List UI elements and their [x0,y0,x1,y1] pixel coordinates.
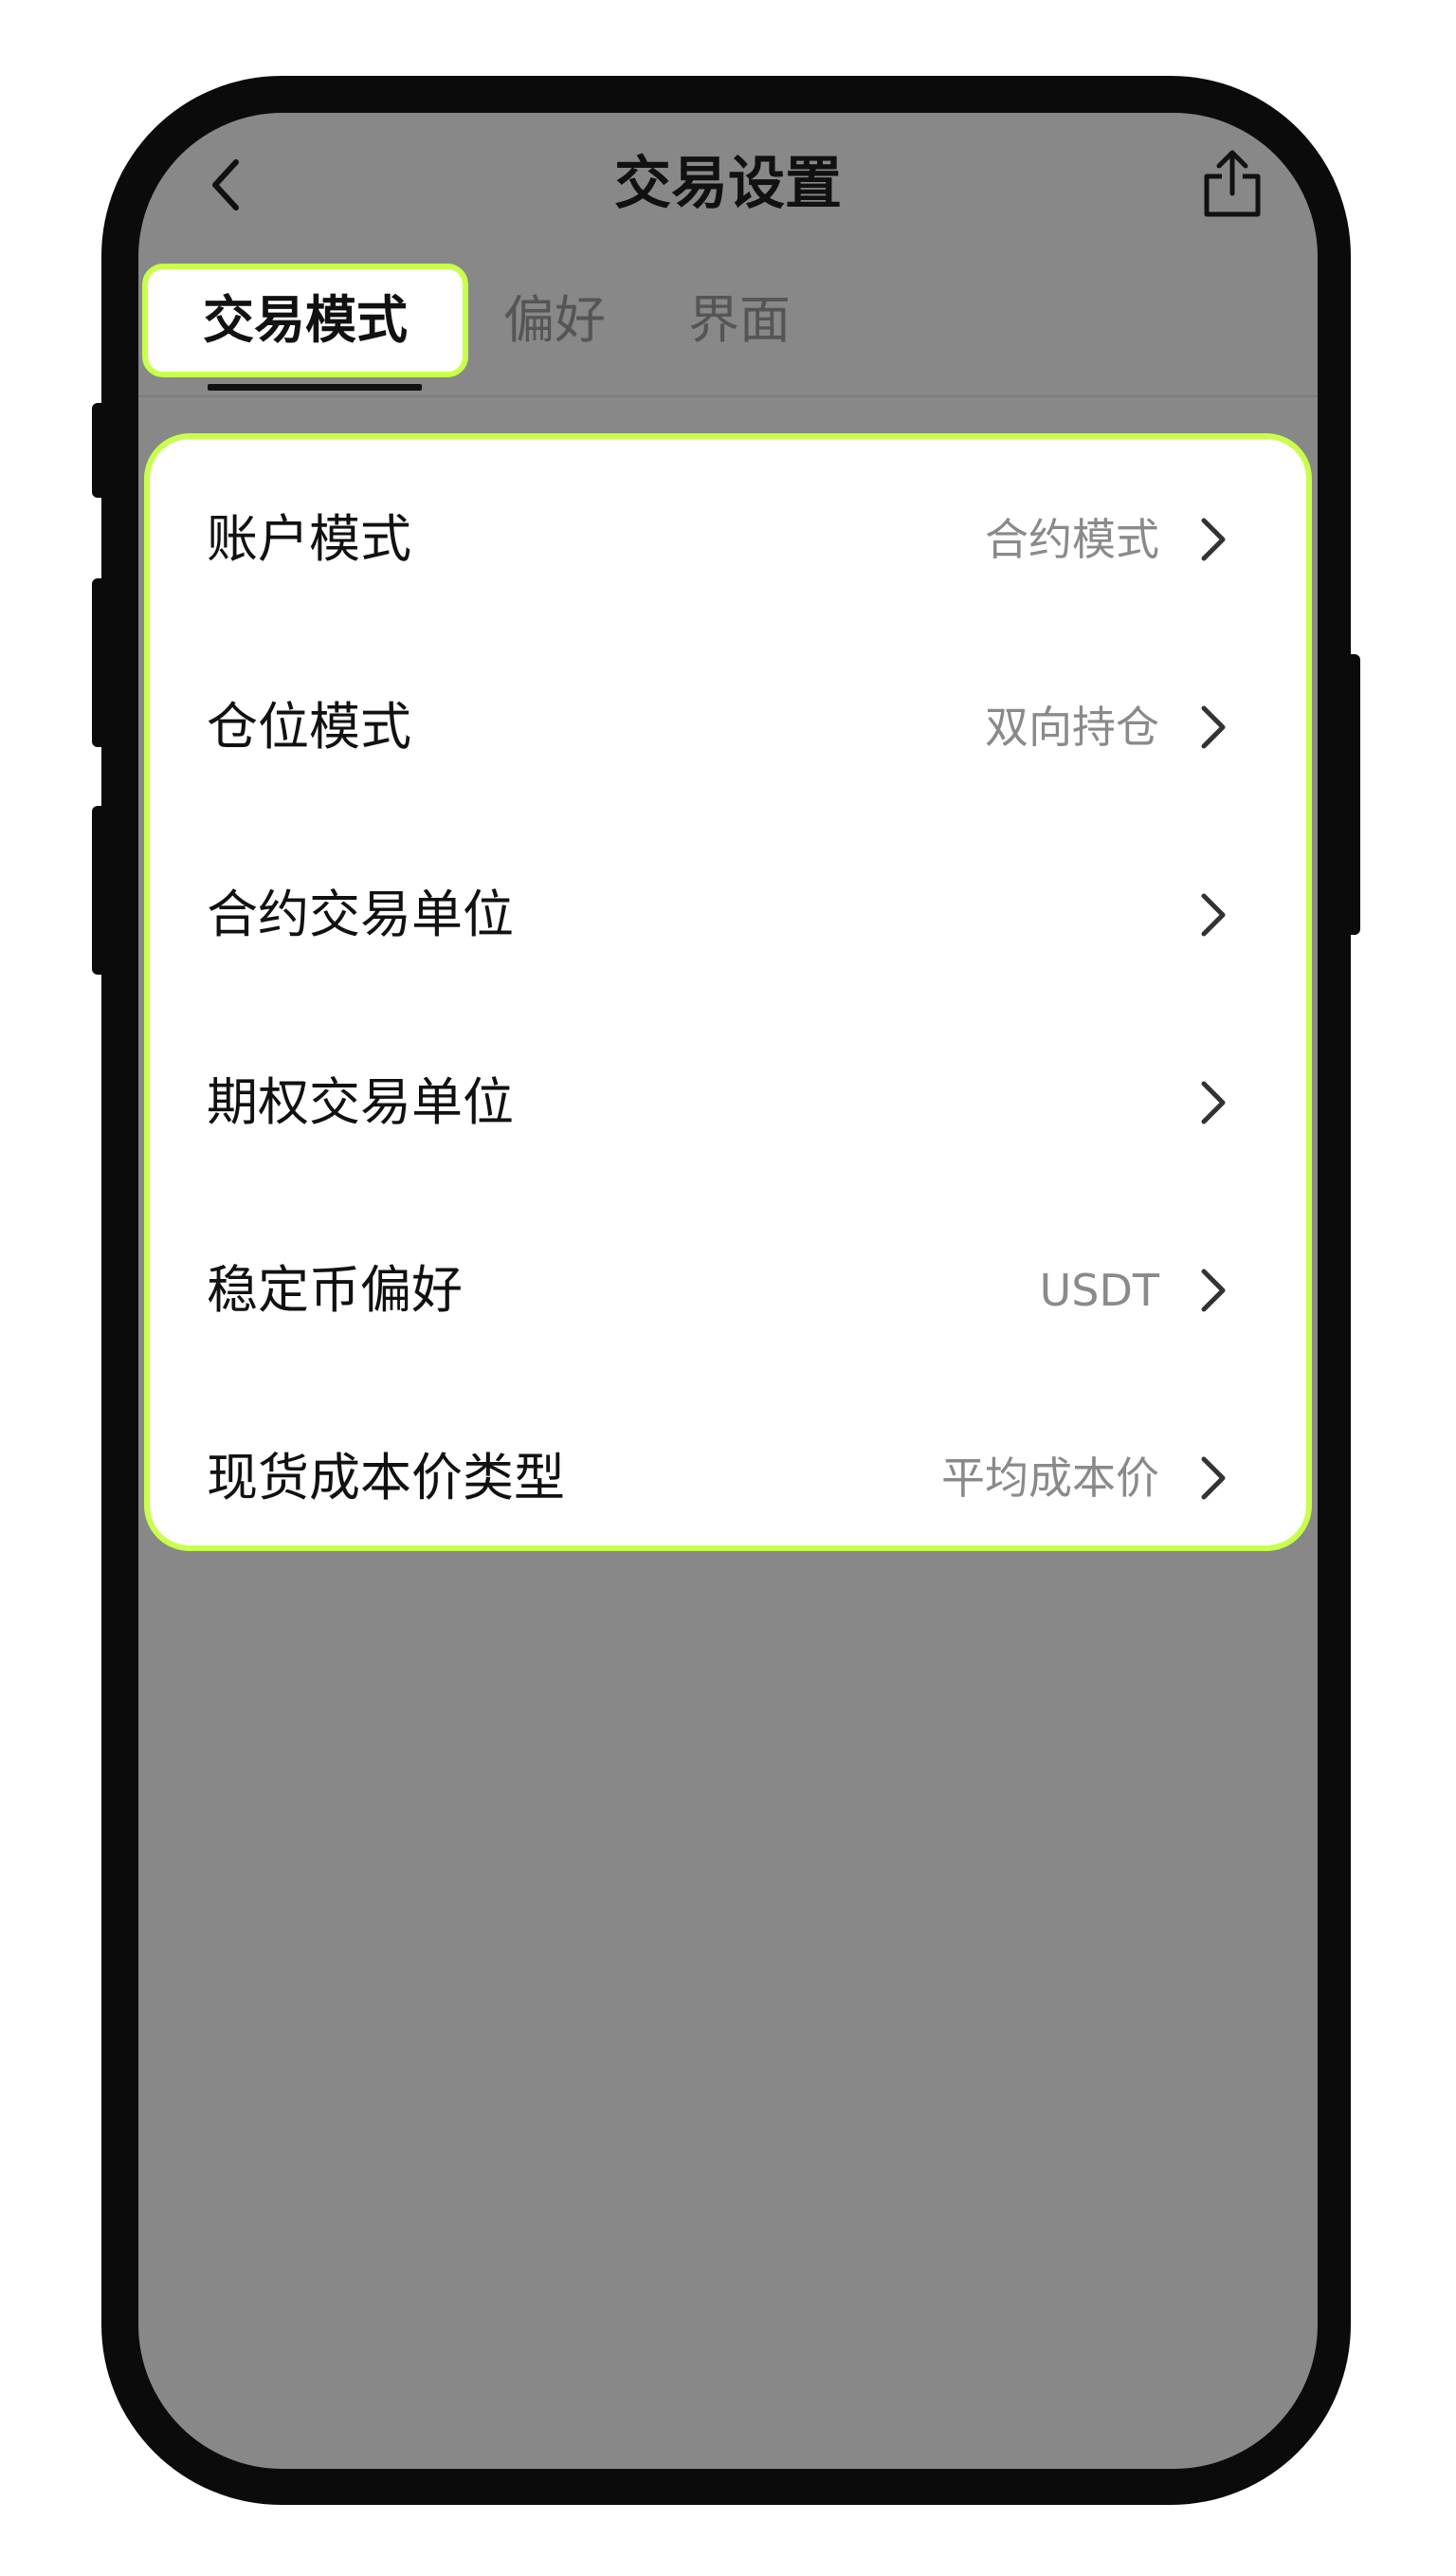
setting-row-position-mode[interactable]: 仓位模式 双向持仓 [150,634,1306,820]
app-screen: 交易设置 交易模式 偏好 界面 账户模式 合约模式 仓位模式 双向持仓 合约交易… [138,113,1318,2469]
setting-value: 合约模式 [985,514,1159,565]
setting-row-account-mode[interactable]: 账户模式 合约模式 [150,447,1306,632]
setting-row-options-unit[interactable]: 期权交易单位 [150,1010,1306,1196]
setting-row-spot-cost-type[interactable]: 现货成本价类型 平均成本价 [150,1385,1306,1571]
setting-value: USDT [1039,1265,1159,1316]
chevron-right-icon [1201,893,1226,937]
settings-card: 账户模式 合约模式 仓位模式 双向持仓 合约交易单位 期权交易单位 稳定币偏好 … [144,433,1312,1551]
setting-value: 双向持仓 [985,702,1159,753]
chevron-right-icon [1201,1456,1226,1500]
share-icon [1204,150,1261,217]
chevron-right-icon [1201,1269,1226,1312]
setting-label: 合约交易单位 [207,885,514,944]
tab-trading-mode[interactable]: 交易模式 [142,264,468,377]
device-stage: 交易设置 交易模式 偏好 界面 账户模式 合约模式 仓位模式 双向持仓 合约交易… [0,0,1456,2576]
setting-label: 仓位模式 [207,697,411,757]
setting-label: 账户模式 [207,509,411,569]
chevron-right-icon [1201,518,1226,561]
chevron-right-icon [1201,1081,1226,1124]
setting-label: 现货成本价类型 [207,1448,565,1507]
setting-label: 稳定币偏好 [207,1260,463,1320]
setting-row-contract-unit[interactable]: 合约交易单位 [150,822,1306,1008]
tab-interface[interactable]: 界面 [688,265,791,375]
share-button[interactable] [1194,141,1270,227]
navigation-header: 交易设置 [138,113,1318,265]
setting-row-stablecoin-preference[interactable]: 稳定币偏好 USDT [150,1197,1306,1383]
chevron-right-icon [1201,705,1226,749]
setting-label: 期权交易单位 [207,1072,514,1132]
tab-divider [138,395,1318,397]
active-tab-indicator [208,384,422,391]
page-title: 交易设置 [614,151,842,217]
setting-value: 平均成本价 [941,1452,1159,1504]
tab-preferences[interactable]: 偏好 [503,265,606,375]
